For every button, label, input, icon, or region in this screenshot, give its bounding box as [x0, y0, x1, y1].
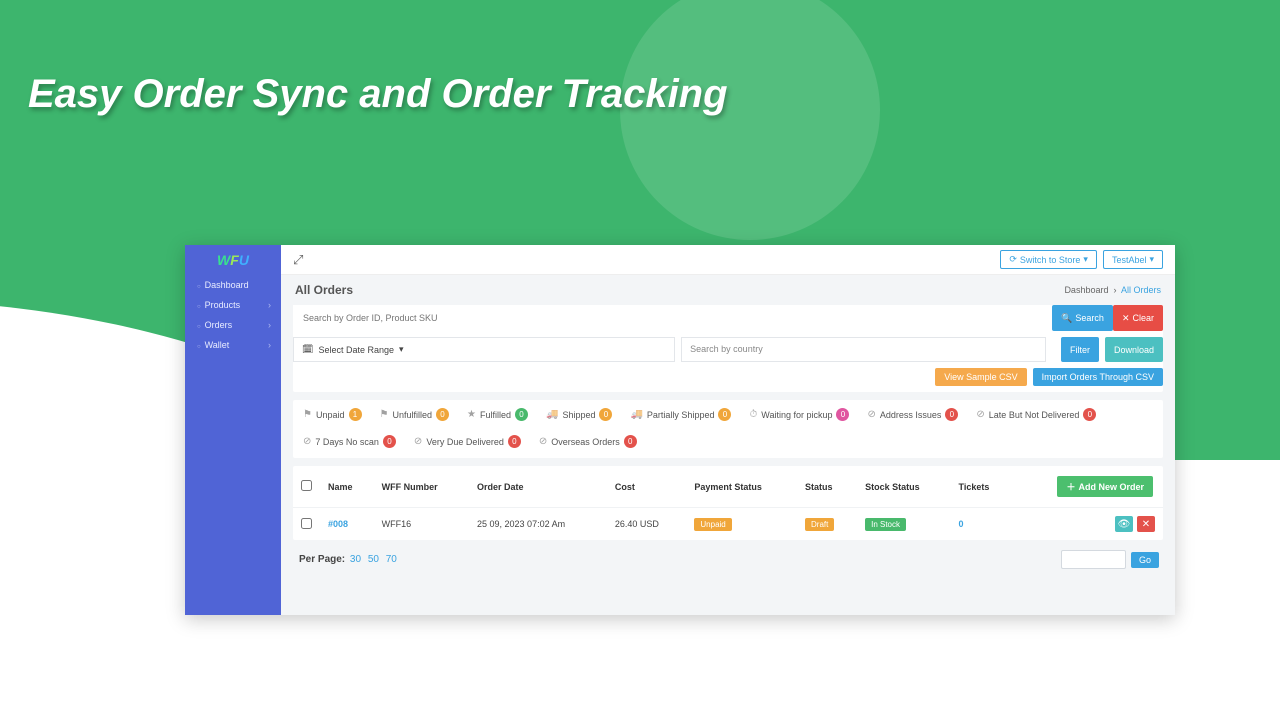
- table-row: #008 WFF1625 09, 2023 07:02 Am26.40 USD Un…: [293, 508, 1163, 541]
- filter-icon: 🚚: [546, 409, 558, 420]
- col-pay: Payment Status: [686, 466, 797, 508]
- nav-products[interactable]: Products: [185, 295, 281, 315]
- col-status: Status: [797, 466, 857, 508]
- order-link[interactable]: #008: [328, 519, 348, 529]
- filter-7-days-no-scan[interactable]: ⊘7 Days No scan 0: [303, 435, 396, 448]
- page-title: All Orders: [295, 283, 353, 297]
- filter-count: 0: [515, 408, 528, 421]
- col-stock: Stock Status: [857, 466, 950, 508]
- filter-icon: ⊘: [539, 436, 547, 447]
- add-order-button[interactable]: ＋ Add New Order: [1057, 476, 1153, 497]
- filter-icon: ⚑: [303, 409, 312, 420]
- filter-icon: ★: [467, 409, 476, 420]
- per-page-30[interactable]: 30: [350, 554, 361, 565]
- filter-overseas-orders[interactable]: ⊘Overseas Orders 0: [539, 435, 637, 448]
- filter-count: 0: [836, 408, 849, 421]
- user-menu[interactable]: TestAbel ▾: [1103, 250, 1163, 269]
- filter-icon: ⊘: [303, 436, 311, 447]
- hero-title: Easy Order Sync and Order Tracking: [28, 72, 728, 117]
- filter-icon: ⊘: [414, 436, 422, 447]
- page-number-input[interactable]: [1061, 550, 1126, 569]
- orders-card: Name WFF Number Order Date Cost Payment …: [293, 466, 1163, 540]
- select-all-checkbox[interactable]: [301, 480, 312, 491]
- pager: Per Page: 30 50 70 Go: [293, 548, 1163, 571]
- filter-shipped[interactable]: 🚚Shipped 0: [546, 408, 612, 421]
- filter-button[interactable]: Filter: [1061, 337, 1099, 362]
- nav-orders[interactable]: Orders: [185, 315, 281, 335]
- cell-cost: 26.40 USD: [607, 508, 687, 541]
- status-badge: Draft: [805, 518, 834, 531]
- filter-count: 1: [349, 408, 362, 421]
- go-button[interactable]: Go: [1131, 552, 1159, 568]
- filter-count: 0: [508, 435, 521, 448]
- filter-fulfilled[interactable]: ★Fulfilled 0: [467, 408, 528, 421]
- filter-count: 0: [624, 435, 637, 448]
- col-name: Name: [320, 466, 374, 508]
- col-wff: WFF Number: [374, 466, 469, 508]
- payment-badge: Unpaid: [694, 518, 731, 531]
- calendar-icon: 🗓: [302, 344, 313, 355]
- filter-waiting-for-pickup[interactable]: ⏱Waiting for pickup 0: [749, 408, 849, 421]
- filter-icon: ⏱: [749, 409, 757, 420]
- per-page-70[interactable]: 70: [386, 554, 397, 565]
- col-tickets: Tickets: [951, 466, 1013, 508]
- view-icon[interactable]: 👁: [1115, 516, 1133, 532]
- download-button[interactable]: Download: [1105, 337, 1163, 362]
- breadcrumb-current[interactable]: All Orders: [1121, 285, 1161, 295]
- filter-icon: ⊘: [976, 409, 984, 420]
- import-csv-button[interactable]: Import Orders Through CSV: [1033, 368, 1163, 386]
- filter-unpaid[interactable]: ⚑Unpaid 1: [303, 408, 362, 421]
- per-page-50[interactable]: 50: [368, 554, 379, 565]
- delete-icon[interactable]: ✕: [1137, 516, 1155, 532]
- search-input[interactable]: [293, 305, 1052, 331]
- date-range-select[interactable]: 🗓Select Date Range ▾: [293, 337, 675, 362]
- col-date: Order Date: [469, 466, 607, 508]
- topbar: ⤢ ⟳ Switch to Store ▾ TestAbel ▾: [281, 245, 1175, 275]
- filter-address-issues[interactable]: ⊘Address Issues 0: [867, 408, 958, 421]
- expand-icon[interactable]: ⤢: [293, 252, 303, 268]
- filter-icon: 🚚: [630, 409, 642, 420]
- filter-very-due-delivered[interactable]: ⊘Very Due Delivered 0: [414, 435, 521, 448]
- filter-count: 0: [383, 435, 396, 448]
- switch-store-button[interactable]: ⟳ Switch to Store ▾: [1000, 250, 1097, 269]
- cell-wff: WFF16: [374, 508, 469, 541]
- tickets-link[interactable]: 0: [959, 519, 964, 529]
- country-select[interactable]: Search by country: [681, 337, 1046, 362]
- sidebar: WFU Dashboard Products Orders Wallet: [185, 245, 281, 615]
- filter-count: 0: [945, 408, 958, 421]
- view-sample-csv-button[interactable]: View Sample CSV: [935, 368, 1026, 386]
- app-window: WFU Dashboard Products Orders Wallet ⤢ ⟳…: [185, 245, 1175, 615]
- filter-icon: ⚑: [380, 409, 389, 420]
- filter-count: 0: [1083, 408, 1096, 421]
- filter-icon: ⊘: [867, 409, 875, 420]
- filter-partially-shipped[interactable]: 🚚Partially Shipped 0: [630, 408, 731, 421]
- nav-dashboard[interactable]: Dashboard: [185, 275, 281, 295]
- stock-badge: In Stock: [865, 518, 906, 531]
- cell-date: 25 09, 2023 07:02 Am: [469, 508, 607, 541]
- filter-count: 0: [599, 408, 612, 421]
- brand-logo: WFU: [185, 245, 281, 275]
- col-cost: Cost: [607, 466, 687, 508]
- filter-count: 0: [436, 408, 449, 421]
- clear-button[interactable]: ✕ Clear: [1113, 305, 1163, 331]
- nav-wallet[interactable]: Wallet: [185, 335, 281, 355]
- status-filters: ⚑Unpaid 1 ⚑Unfulfilled 0 ★Fulfilled 0 🚚Ship…: [293, 400, 1163, 458]
- breadcrumb: Dashboard › All Orders: [1064, 285, 1161, 295]
- row-checkbox[interactable]: [301, 518, 312, 529]
- filter-late-but-not-delivered[interactable]: ⊘Late But Not Delivered 0: [976, 408, 1096, 421]
- search-button[interactable]: 🔍 Search: [1052, 305, 1113, 331]
- filter-count: 0: [718, 408, 731, 421]
- filter-unfulfilled[interactable]: ⚑Unfulfilled 0: [380, 408, 450, 421]
